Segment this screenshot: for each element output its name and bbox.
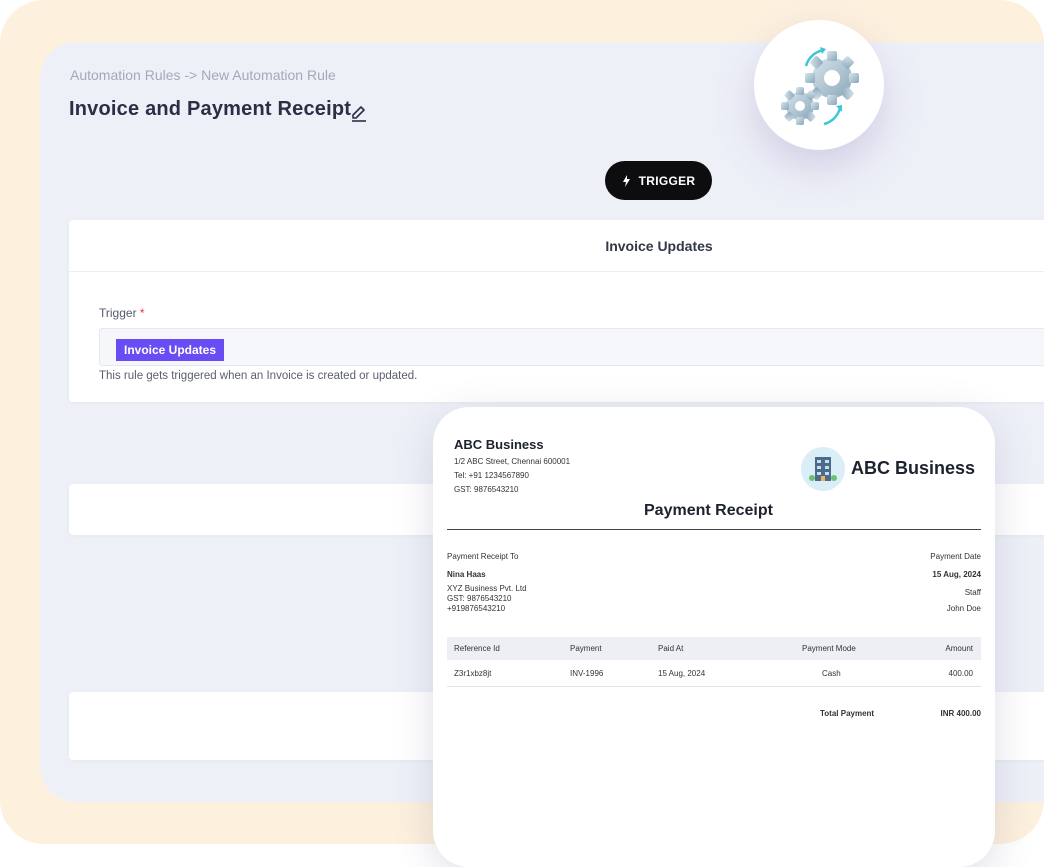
customer-gst: GST: 9876543210 bbox=[447, 594, 512, 603]
payment-date-value: 15 Aug, 2024 bbox=[932, 570, 981, 579]
row-reference-id: Z3r1xbz8jt bbox=[454, 669, 492, 678]
payment-receipt-preview: ABC Business 1/2 ABC Street, Chennai 600… bbox=[433, 407, 995, 867]
row-paid-at: 15 Aug, 2024 bbox=[658, 669, 706, 678]
receipt-address: 1/2 ABC Street, Chennai 600001 bbox=[454, 457, 571, 466]
trigger-field-label: Trigger * bbox=[99, 306, 145, 320]
receipt-gst: GST: 9876543210 bbox=[454, 485, 519, 494]
receipt-title: Payment Receipt bbox=[644, 502, 773, 519]
customer-name: Nina Haas bbox=[447, 570, 486, 579]
staff-label: Staff bbox=[964, 588, 981, 597]
header-reference-id: Reference Id bbox=[454, 644, 500, 653]
required-mark: * bbox=[139, 306, 145, 320]
receipt-table-header bbox=[447, 637, 981, 660]
building-logo-icon bbox=[801, 447, 845, 491]
header-payment-mode: Payment Mode bbox=[802, 644, 856, 653]
customer-phone: +919876543210 bbox=[447, 604, 506, 613]
breadcrumb[interactable]: Automation Rules -> New Automation Rule bbox=[70, 67, 336, 83]
header-payment: Payment bbox=[570, 644, 602, 653]
header-paid-at: Paid At bbox=[658, 644, 684, 653]
trigger-help-text: This rule gets triggered when an Invoice… bbox=[99, 370, 418, 382]
receipt-logo-text: ABC Business bbox=[851, 458, 976, 478]
trigger-button-label: TRIGGER bbox=[638, 173, 696, 188]
total-payment-label: Total Payment bbox=[820, 709, 875, 718]
receipt-tel: Tel: +91 1234567890 bbox=[454, 471, 529, 480]
row-divider bbox=[447, 686, 981, 687]
receipt-divider bbox=[447, 529, 981, 530]
customer-company: XYZ Business Pvt. Ltd bbox=[447, 584, 527, 593]
edit-pencil-icon[interactable] bbox=[350, 102, 368, 122]
row-payment-mode: Cash bbox=[822, 669, 841, 678]
receipt-to-label: Payment Receipt To bbox=[447, 552, 519, 561]
gears-icon bbox=[781, 47, 859, 126]
trigger-select[interactable]: Invoice Updates bbox=[99, 328, 1044, 366]
page-title: Invoice and Payment Receipt bbox=[69, 98, 352, 120]
header-amount: Amount bbox=[945, 644, 973, 653]
trigger-label-text: Trigger bbox=[99, 306, 137, 320]
gears-illustration bbox=[754, 20, 884, 150]
selected-trigger-tag[interactable]: Invoice Updates bbox=[116, 339, 225, 361]
row-payment: INV-1996 bbox=[570, 669, 604, 678]
trigger-card: Invoice Updates Trigger * Invoice Update… bbox=[69, 220, 1044, 402]
row-amount: 400.00 bbox=[948, 669, 973, 678]
trigger-card-header: Invoice Updates bbox=[69, 220, 1044, 272]
payment-date-label: Payment Date bbox=[930, 552, 981, 561]
staff-value: John Doe bbox=[946, 604, 981, 613]
receipt-company-name: ABC Business bbox=[454, 437, 544, 452]
total-payment-value: INR 400.00 bbox=[940, 709, 981, 718]
trigger-button[interactable]: TRIGGER bbox=[605, 161, 712, 200]
lightning-icon bbox=[622, 174, 630, 187]
